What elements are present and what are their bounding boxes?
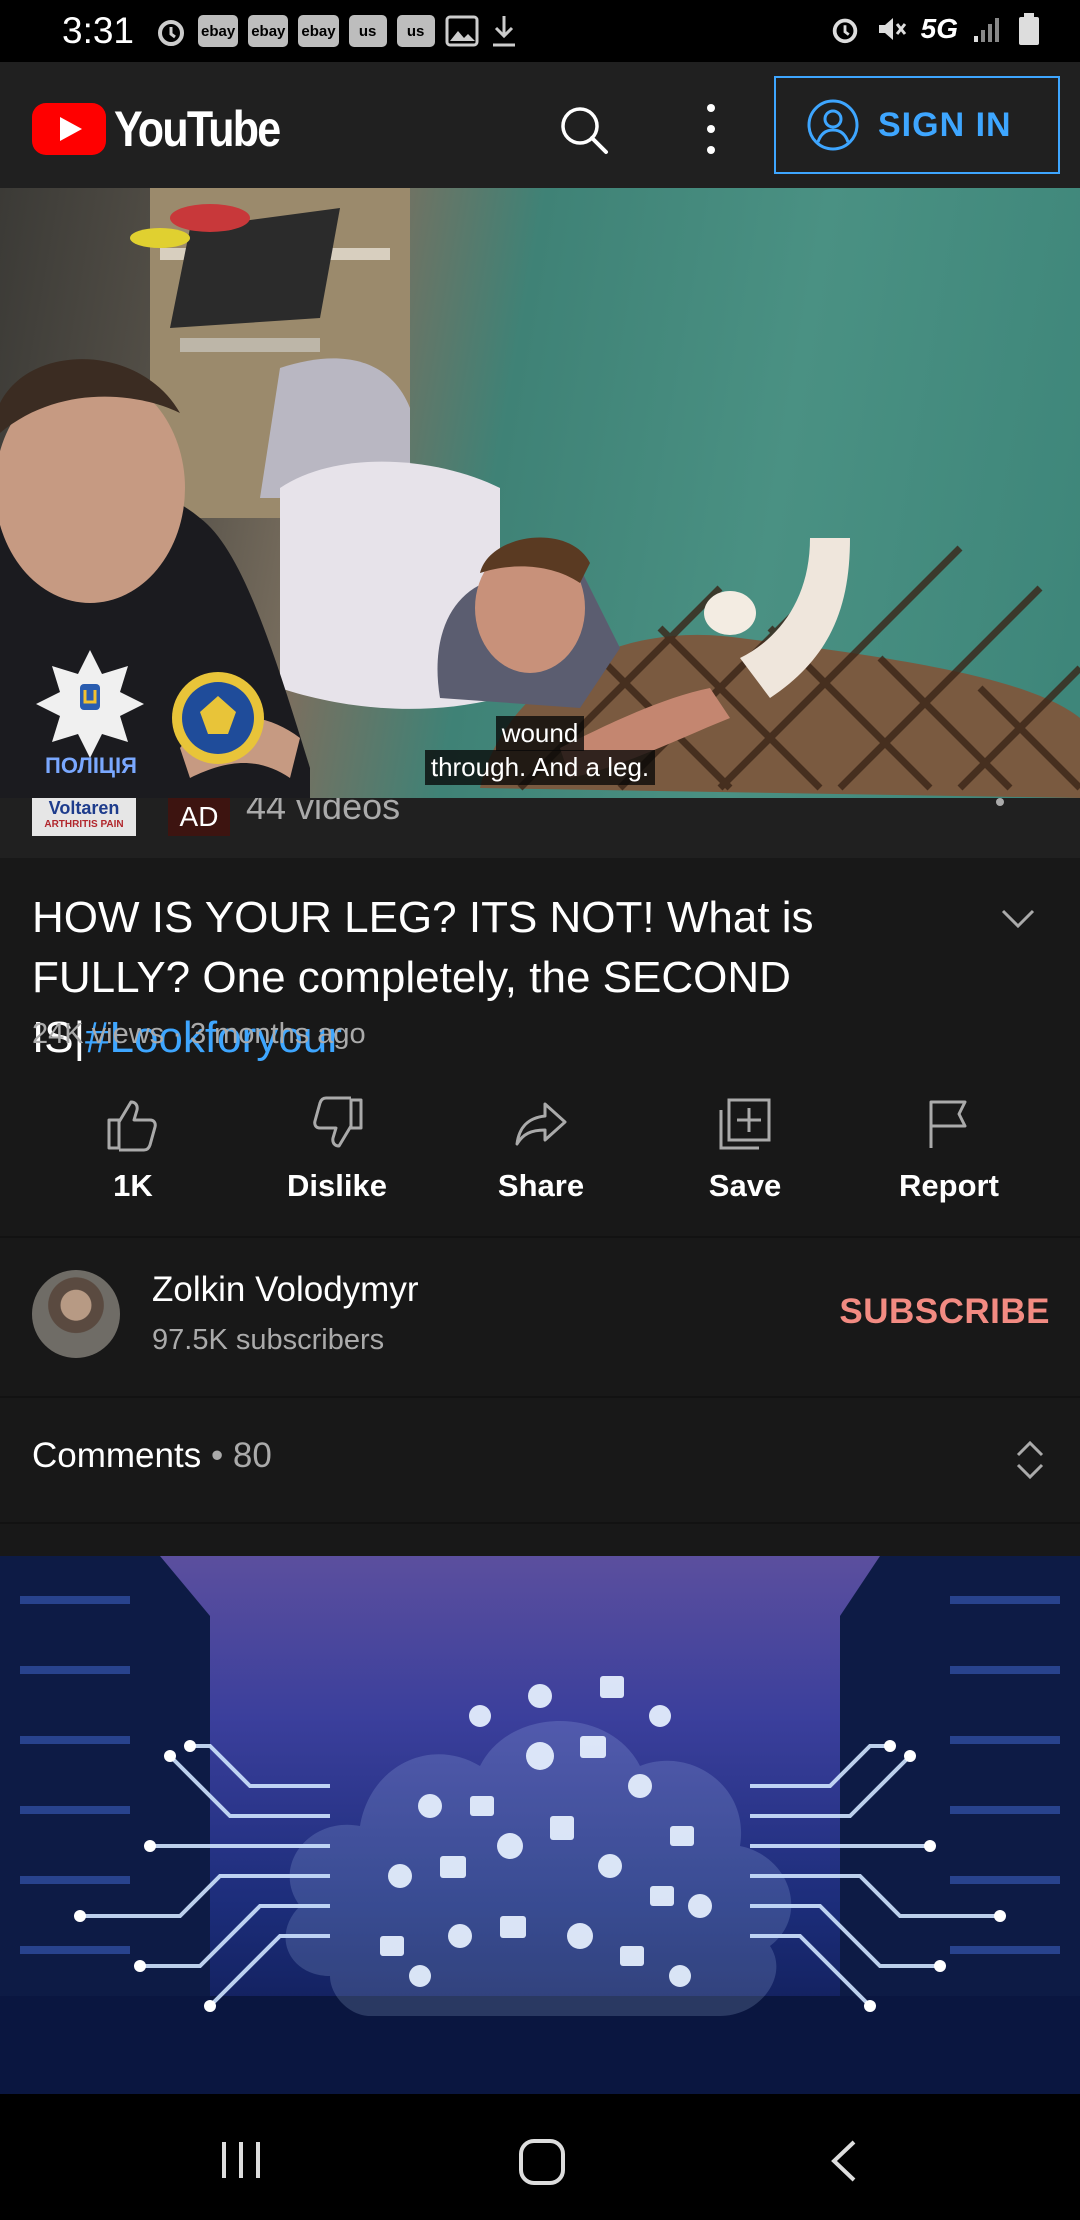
- caption-line-1: wound: [0, 716, 1080, 751]
- comments-header[interactable]: Comments • 80: [32, 1436, 272, 1476]
- ebay-notification-icon: ebay: [248, 15, 289, 47]
- expand-icon[interactable]: [1012, 1440, 1048, 1480]
- video-frame: ПОЛІЦІЯ: [0, 188, 1080, 798]
- video-meta: 24K views · 3 months ago: [32, 1018, 366, 1050]
- account-icon: [807, 99, 859, 151]
- share-icon: [515, 1102, 567, 1146]
- search-icon[interactable]: [556, 102, 612, 158]
- flag-icon: [929, 1100, 967, 1148]
- image-notification-icon: [445, 15, 479, 47]
- ad-thumbnail[interactable]: Voltaren ARTHRITIS PAIN: [32, 798, 136, 836]
- status-bar: 3:31 ebay ebay ebay us us 5G: [0, 0, 1080, 62]
- thumbs-down-icon: [313, 1096, 363, 1148]
- network-label: 5G: [920, 13, 958, 44]
- thumbs-up-icon: [107, 1100, 157, 1152]
- ad-text: 44 videos: [246, 798, 401, 827]
- download-icon: [492, 16, 515, 47]
- ebay-notification-icon: ebay: [198, 15, 239, 47]
- ad-badge: AD: [168, 798, 230, 836]
- playlist-add-icon: [719, 1098, 771, 1150]
- channel-name[interactable]: Zolkin Volodymyr: [152, 1270, 418, 1310]
- ad-more-icon[interactable]: [996, 798, 1004, 806]
- signal-icon: [974, 18, 999, 42]
- like-button[interactable]: 1K: [43, 1086, 223, 1236]
- youtube-logo[interactable]: YouTube: [32, 100, 306, 158]
- recent-apps-icon[interactable]: [218, 2138, 264, 2182]
- report-button[interactable]: Report: [859, 1086, 1039, 1236]
- comment-count: 80: [232, 1436, 272, 1475]
- chevron-down-icon[interactable]: [1000, 906, 1036, 932]
- divider: [0, 1522, 1080, 1524]
- recommended-video-thumbnail[interactable]: [0, 1556, 1080, 2094]
- us-notification-icon: us: [348, 15, 387, 47]
- alarm-icon: [158, 20, 184, 46]
- divider: [0, 1396, 1080, 1398]
- sign-in-label: SIGN IN: [878, 105, 1012, 144]
- action-row: 1K Dislike Share Save Report: [0, 1086, 1080, 1236]
- ebay-notification-icon: ebay: [298, 15, 339, 47]
- alarm-icon: [832, 18, 857, 44]
- sign-in-button[interactable]: SIGN IN: [774, 76, 1060, 174]
- channel-subscribers: 97.5K subscribers: [152, 1324, 385, 1356]
- app-header: YouTube SIGN IN: [0, 62, 1080, 188]
- us-notification-icon: us: [396, 15, 435, 47]
- channel-avatar[interactable]: [32, 1270, 120, 1358]
- ad-strip[interactable]: Voltaren ARTHRITIS PAIN AD 44 videos: [0, 798, 1080, 858]
- logo-text: YouTube: [114, 101, 281, 157]
- caption-line-2: through. And a leg.: [0, 750, 1080, 785]
- share-button[interactable]: Share: [451, 1086, 631, 1236]
- notification-icons: ebay ebay ebay us us: [154, 14, 519, 48]
- system-status-icons: 5G: [829, 12, 1040, 46]
- mute-icon: [878, 18, 906, 40]
- more-options-icon[interactable]: [696, 104, 726, 154]
- back-icon[interactable]: [826, 2138, 862, 2184]
- save-button[interactable]: Save: [655, 1086, 835, 1236]
- data-cloud-illustration: [0, 1556, 1080, 2094]
- system-navigation-bar: [0, 2094, 1080, 2220]
- home-icon[interactable]: [518, 2138, 566, 2186]
- subscribe-button[interactable]: SUBSCRIBE: [839, 1292, 1050, 1332]
- battery-icon: [1019, 13, 1039, 45]
- video-player[interactable]: ПОЛІЦІЯ wound through. And a leg.: [0, 188, 1080, 798]
- dislike-button[interactable]: Dislike: [247, 1086, 427, 1236]
- youtube-play-icon: [32, 103, 106, 155]
- status-time: 3:31: [62, 10, 135, 51]
- divider: [0, 1236, 1080, 1238]
